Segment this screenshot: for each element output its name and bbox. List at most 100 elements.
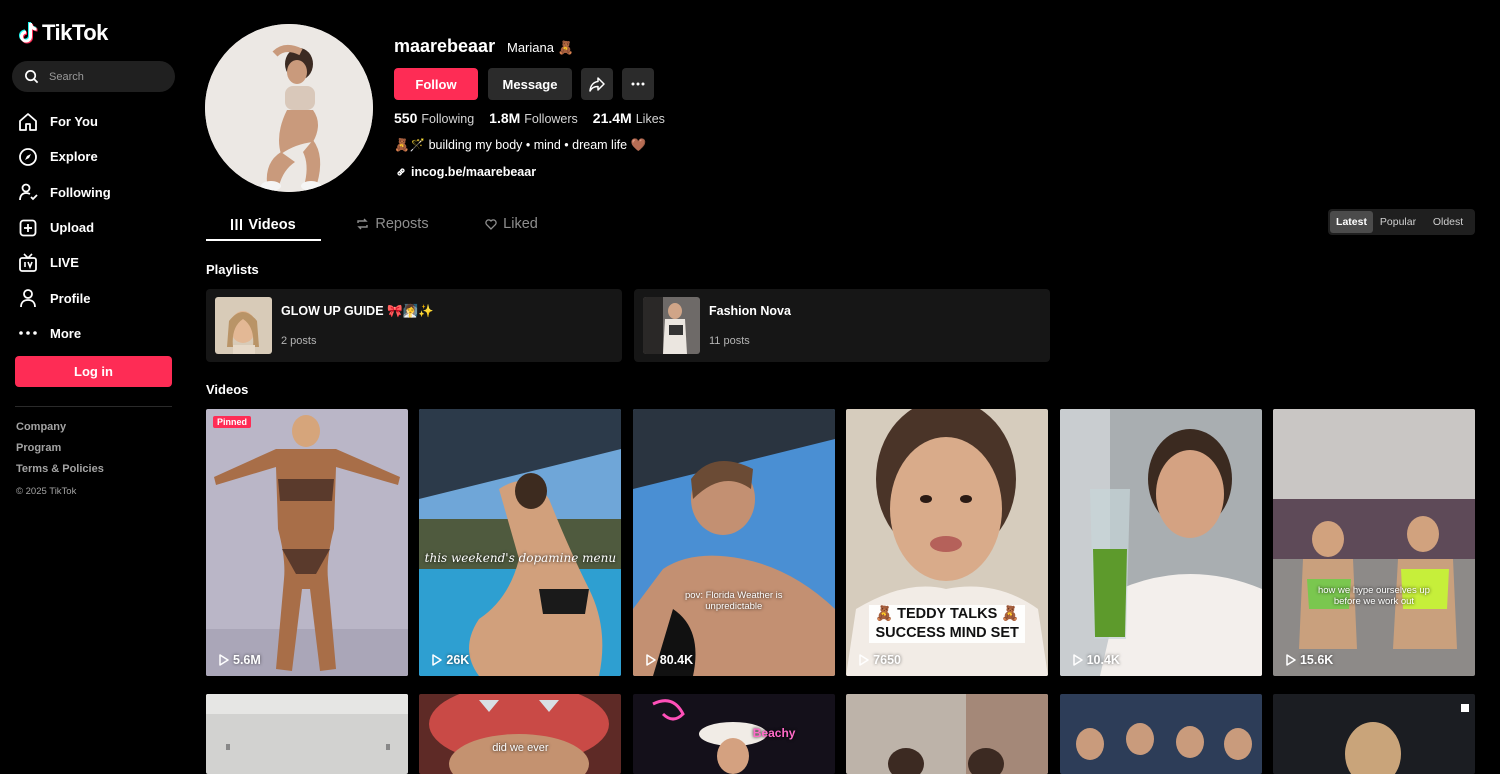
copyright: © 2025 TikTok	[16, 486, 77, 497]
videos-heading: Videos	[206, 382, 249, 397]
play-icon	[646, 654, 656, 666]
view-count: 7650	[858, 653, 901, 667]
video-thumbnail	[1059, 694, 1262, 774]
tab-label: Reposts	[375, 216, 429, 232]
video-card[interactable]: 🧸 TEDDY TALKS 🧸 SUCCESS MIND SET 7650	[846, 409, 1049, 676]
video-card[interactable]: Beachy	[632, 694, 835, 774]
video-thumbnail	[206, 409, 408, 676]
playlist-title: Fashion Nova	[709, 304, 791, 318]
sort-popular[interactable]: Popular	[1373, 211, 1423, 233]
playlist-title: GLOW UP GUIDE 🎀🧖‍♀️✨	[281, 304, 434, 318]
view-count: 15.6K	[1285, 653, 1333, 667]
view-count: 5.6M	[218, 653, 261, 667]
sort-latest[interactable]: Latest	[1330, 211, 1373, 233]
follow-button[interactable]: Follow	[394, 68, 478, 100]
video-card[interactable]: this weekend's dopamine menu 26K	[419, 409, 622, 676]
tiktok-logo[interactable]: TikTok	[18, 20, 108, 46]
video-thumbnail	[1059, 409, 1262, 676]
profile-nickname: Mariana 🧸	[507, 40, 574, 55]
nav-item-more[interactable]: More	[18, 316, 178, 351]
nav-label: For You	[50, 114, 98, 130]
video-card[interactable]	[206, 694, 408, 774]
tab-reposts[interactable]: Reposts	[335, 210, 450, 238]
upload-icon	[19, 219, 37, 236]
message-button[interactable]: Message	[488, 68, 572, 100]
playlist-count: 2 posts	[281, 335, 317, 347]
grid-icon	[231, 219, 243, 230]
nav-item-following[interactable]: Following	[18, 175, 178, 210]
view-count-value: 15.6K	[1299, 653, 1334, 667]
view-count-value: 10.4K	[1086, 653, 1120, 667]
video-card[interactable]	[1059, 694, 1262, 774]
video-thumbnail	[419, 409, 622, 676]
video-card[interactable]: did we ever	[419, 694, 622, 774]
playlist-card[interactable]: GLOW UP GUIDE 🎀🧖‍♀️✨ 2 posts	[206, 289, 622, 362]
main-nav: For You Explore Following Upload LIVE Pr…	[18, 104, 178, 351]
pinned-badge: Pinned	[213, 416, 252, 428]
video-card[interactable]: Pinned 5.6M	[206, 409, 408, 676]
search-input[interactable]	[49, 70, 159, 83]
video-card[interactable]	[1272, 694, 1475, 774]
tab-label: Liked	[503, 216, 538, 232]
video-card[interactable]: 10.4K	[1059, 409, 1262, 676]
view-count: 26K	[431, 653, 469, 667]
nav-label: Profile	[50, 290, 91, 306]
link-icon	[397, 168, 405, 176]
video-overlay-text: this weekend's dopamine menu	[424, 551, 617, 565]
nav-item-explore[interactable]: Explore	[18, 139, 178, 174]
sidebar-divider	[15, 406, 172, 407]
play-icon	[859, 654, 869, 666]
caption-line: 🧸 TEDDY TALKS 🧸	[869, 605, 1026, 624]
view-count: 80.4K	[645, 653, 693, 667]
more-dots-icon	[631, 82, 645, 86]
video-card[interactable]	[846, 694, 1049, 774]
search-bar[interactable]	[12, 61, 175, 92]
video-card[interactable]: how we hype ourselves up before we work …	[1272, 409, 1475, 676]
nav-item-for-you[interactable]: For You	[18, 104, 178, 139]
sort-toggle: Latest Popular Oldest	[1328, 209, 1475, 235]
nav-item-upload[interactable]: Upload	[18, 210, 178, 245]
share-button[interactable]	[581, 68, 613, 100]
avatar[interactable]	[205, 24, 373, 192]
video-card[interactable]: pov: Florida Weather is unpredictable 80…	[632, 409, 835, 676]
video-thumbnail	[1272, 694, 1475, 774]
video-thumbnail	[846, 694, 1049, 774]
footer-link-terms[interactable]: Terms & Policies	[16, 463, 104, 484]
more-options-button[interactable]	[622, 68, 654, 100]
play-icon	[432, 654, 443, 666]
footer-link-company[interactable]: Company	[16, 421, 104, 442]
profile-link[interactable]: incog.be/maarebeaar	[395, 165, 536, 179]
video-overlay-text: did we ever	[492, 742, 549, 754]
avatar-image	[205, 24, 373, 192]
repost-icon	[357, 218, 369, 230]
share-icon	[589, 77, 605, 92]
profile-tabs: Videos Reposts Liked	[206, 210, 569, 242]
playlist-card[interactable]: Fashion Nova 11 posts	[634, 289, 1050, 362]
video-caption: 🧸 TEDDY TALKS 🧸 SUCCESS MIND SET	[866, 605, 1028, 643]
tab-videos[interactable]: Videos	[206, 210, 321, 241]
video-thumbnail	[419, 694, 622, 774]
tiktok-wordmark: TikTok	[42, 20, 108, 45]
stat-following[interactable]: 550 Following	[394, 110, 474, 126]
nav-label: More	[50, 325, 82, 341]
video-overlay-text: Beachy	[752, 726, 796, 740]
playlist-thumbnail	[215, 297, 272, 354]
nav-item-profile[interactable]: Profile	[18, 280, 178, 315]
tab-label: Videos	[248, 216, 296, 233]
tab-liked[interactable]: Liked	[454, 210, 569, 238]
profile-stats: 550 Following 1.8M Followers 21.4M Likes	[394, 110, 665, 126]
nav-label: Following	[50, 184, 111, 200]
person-icon	[20, 289, 36, 308]
login-button[interactable]: Log in	[15, 356, 172, 387]
sort-oldest[interactable]: Oldest	[1423, 211, 1473, 233]
nav-label: Upload	[50, 220, 95, 236]
nav-item-live[interactable]: LIVE	[18, 245, 178, 280]
footer-link-program[interactable]: Program	[16, 442, 104, 463]
stat-followers[interactable]: 1.8M Followers	[489, 110, 578, 126]
play-icon	[1072, 654, 1083, 666]
view-count: 10.4K	[1072, 653, 1120, 667]
profile-username: maarebeaar	[394, 36, 496, 56]
video-overlay-text: pov: Florida Weather is unpredictable	[685, 590, 783, 612]
search-icon	[25, 70, 39, 84]
stat-value: 550	[394, 110, 418, 126]
